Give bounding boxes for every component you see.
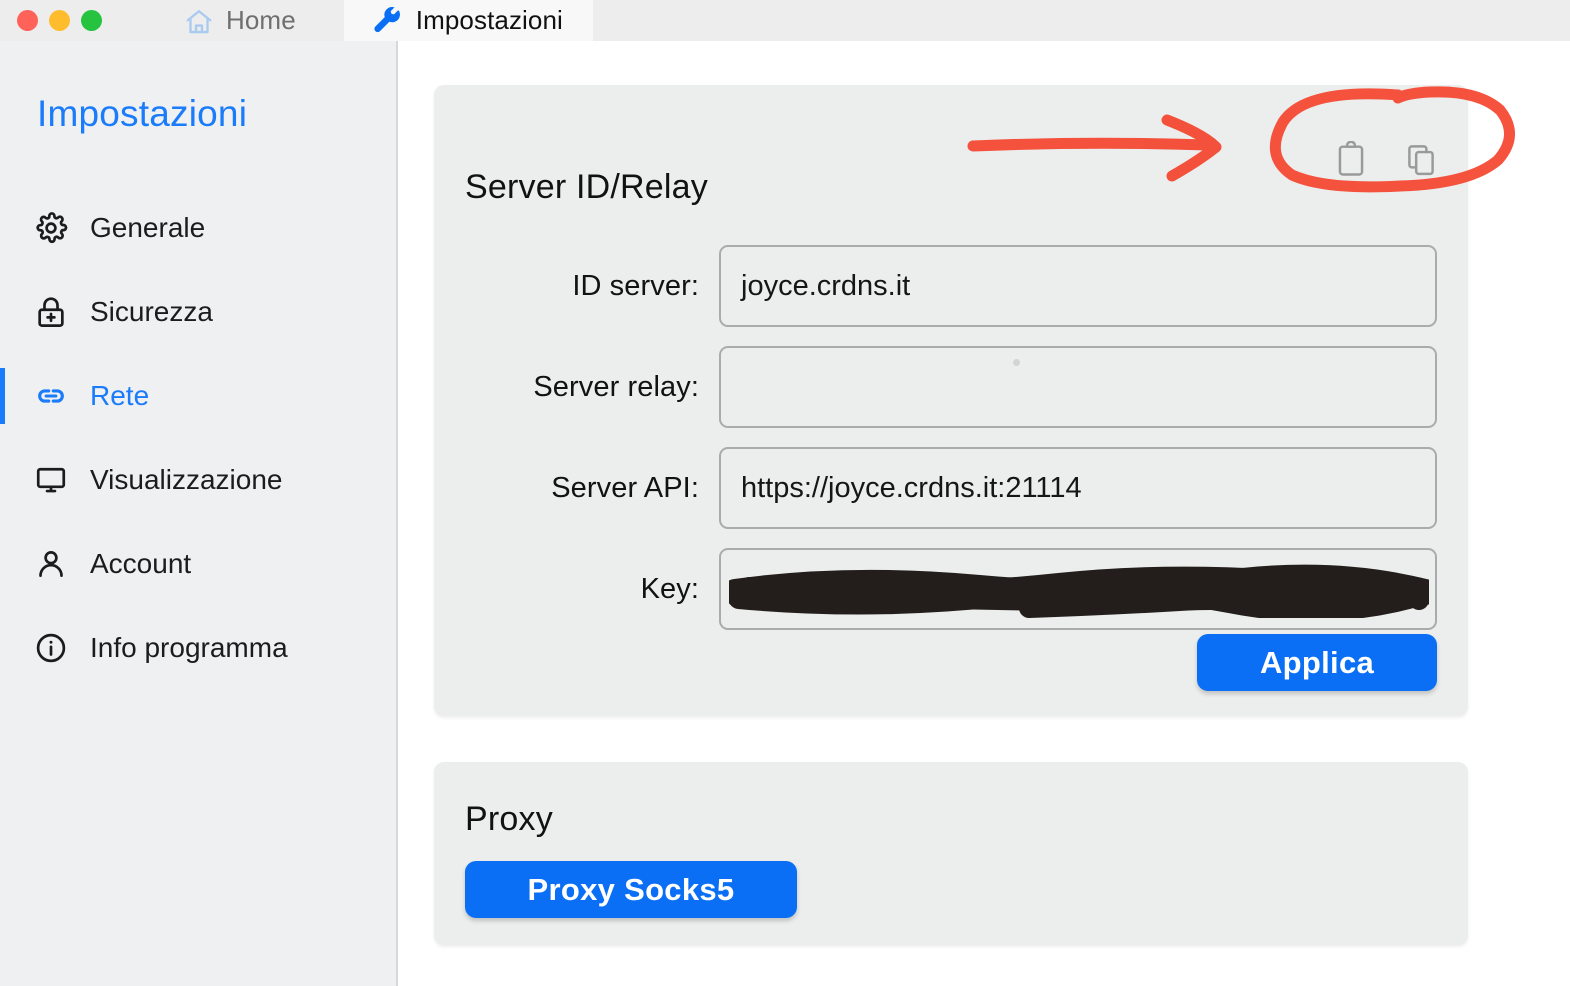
monitor-icon [34,463,68,497]
sidebar-item-generale[interactable]: Generale [0,198,396,258]
sidebar-item-label: Generale [90,212,206,243]
link-icon [34,379,68,413]
form-row-server-relay: Server relay: [434,346,1468,428]
sidebar-item-account[interactable]: Account [0,534,396,594]
copy-icon [1404,141,1438,179]
apply-button[interactable]: Applica [1197,634,1437,691]
clipboard-icon [1334,141,1368,179]
copy-button[interactable] [1398,137,1444,183]
maximize-button[interactable] [81,10,102,31]
sidebar-item-label: Visualizzazione [90,464,283,495]
server-form: ID server: joyce.crdns.it Server relay: … [434,245,1468,649]
titlebar: Home Impostazioni [0,0,1570,41]
sidebar-item-label: Sicurezza [90,296,213,327]
server-relay-label: Server relay: [533,370,699,403]
server-api-label: Server API: [551,471,699,504]
form-row-key: Key: [434,548,1468,630]
sidebar-item-info-programma[interactable]: Info programma [0,618,396,678]
tab-impostazioni[interactable]: Impostazioni [343,0,593,41]
person-icon [34,547,68,581]
id-server-value: joyce.crdns.it [741,269,911,302]
gear-icon [34,211,68,245]
sidebar-item-sicurezza[interactable]: Sicurezza [0,282,396,342]
sidebar-item-label: Account [90,548,192,579]
info-icon [34,631,68,665]
key-input[interactable] [719,548,1437,630]
sidebar-item-label: Info programma [90,632,288,663]
home-icon [184,7,214,35]
id-server-input[interactable]: joyce.crdns.it [719,245,1437,327]
key-redaction-scribble [729,564,1429,618]
proxy-socks5-button[interactable]: Proxy Socks5 [465,861,797,918]
sidebar-item-rete[interactable]: Rete [0,366,396,426]
tab-home[interactable]: Home [154,0,326,41]
minimize-button[interactable] [49,10,70,31]
relay-field-marker [1013,359,1020,366]
sidebar-nav: Generale Sicurezza Rete Visualizzazione … [0,198,396,678]
window-controls [0,0,112,41]
proxy-card: Proxy Proxy Socks5 [434,762,1468,945]
form-row-id-server: ID server: joyce.crdns.it [434,245,1468,327]
form-row-server-api: Server API: https://joyce.crdns.it:21114 [434,447,1468,529]
tab-home-label: Home [226,5,296,35]
tab-impostazioni-label: Impostazioni [415,5,563,35]
server-api-input[interactable]: https://joyce.crdns.it:21114 [719,447,1437,529]
server-relay-input[interactable] [719,346,1437,428]
main-content: Server ID/Relay ID server: joyce.crdns.i… [400,41,1570,986]
id-server-label: ID server: [572,269,699,302]
wrench-icon [374,6,404,35]
sidebar-item-label: Rete [90,380,150,411]
proxy-card-title: Proxy [465,800,553,838]
app-window: Home Impostazioni Impostazioni Generale … [0,0,1570,986]
server-card-actions [1328,137,1444,183]
sidebar-title: Impostazioni [37,93,248,134]
sidebar-item-visualizzazione[interactable]: Visualizzazione [0,450,396,510]
close-button[interactable] [17,10,38,31]
server-id-relay-card: Server ID/Relay ID server: joyce.crdns.i… [434,85,1468,716]
paste-clipboard-button[interactable] [1328,137,1374,183]
key-label: Key: [640,572,699,605]
server-api-value: https://joyce.crdns.it:21114 [741,471,1082,504]
lock-icon [34,295,68,329]
server-card-title: Server ID/Relay [465,168,708,206]
sidebar: Impostazioni Generale Sicurezza Rete Vis… [0,41,398,986]
